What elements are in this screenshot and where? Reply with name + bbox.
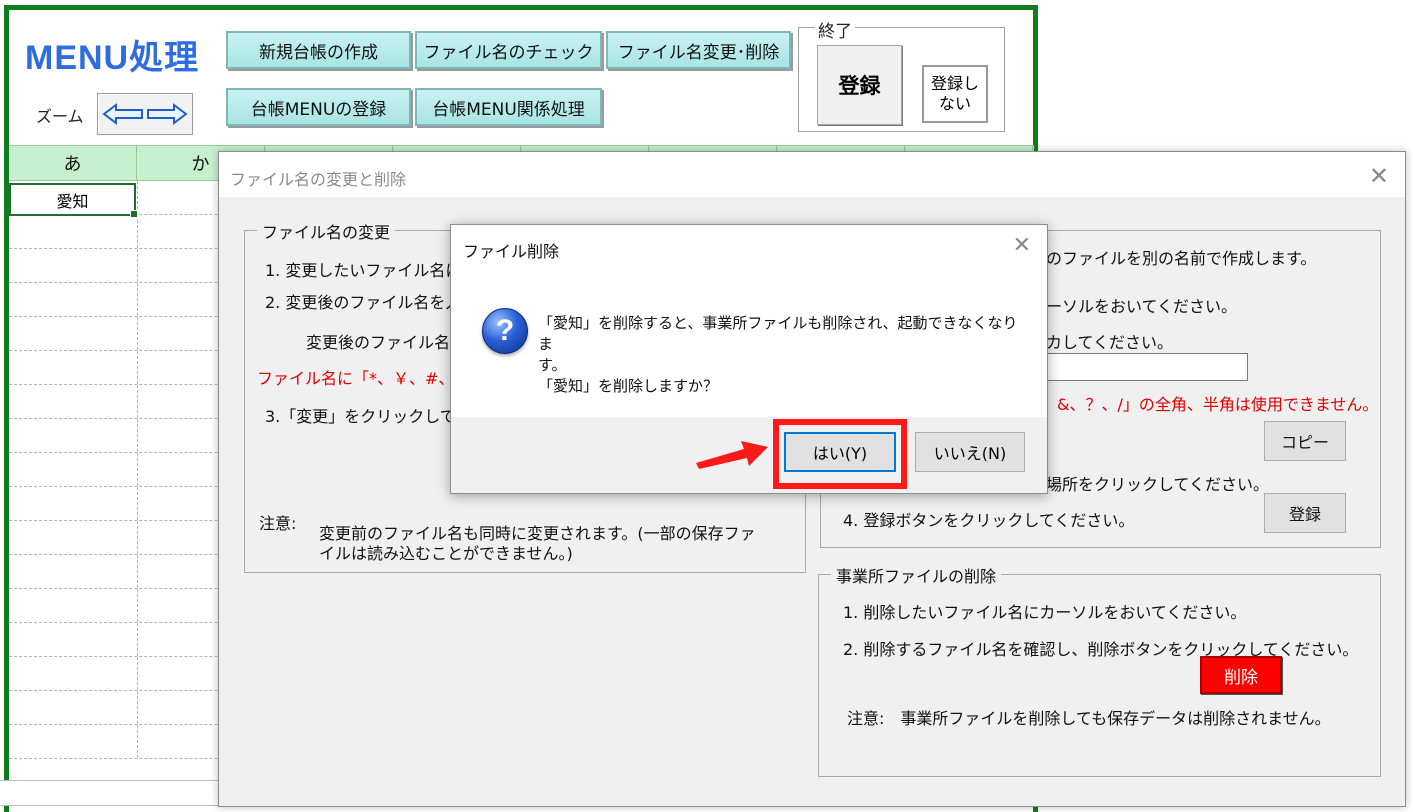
delete-note: 注意: 事業所ファイルを削除しても保存データは削除されません。 [847, 709, 1331, 728]
new-ledger-button[interactable]: 新規台帳の作成 [226, 31, 411, 69]
page-title: MENU処理 [25, 39, 200, 77]
rename-step2: 2. 変更後のファイル名を入 [265, 293, 462, 312]
confirm-dialog-title: ファイル削除 [463, 242, 560, 261]
copy-button[interactable]: コピー [1264, 421, 1346, 461]
delete-button[interactable]: 削除 [1200, 656, 1282, 694]
register-button[interactable]: 登録 [817, 45, 902, 125]
copy-name-input[interactable] [1046, 353, 1248, 381]
rename-note-line2: イルは読み込むことができません。) [319, 544, 573, 563]
rename-note-label: 注意: [259, 514, 297, 533]
copy-line1: のファイルを別の名前で作成します。 [1046, 249, 1317, 268]
delete-group-legend: 事業所ファイルの削除 [831, 563, 1002, 587]
zoom-control[interactable] [97, 93, 193, 135]
confirm-message-line3: 「愛知」を削除しますか？ [538, 377, 719, 395]
arrow-left-icon[interactable] [102, 103, 144, 125]
check-filename-button[interactable]: ファイル名のチェック [415, 31, 602, 69]
copy-line4: 場所をクリックしてください。 [1046, 475, 1270, 494]
rename-step1: 1. 変更したいファイル名に [265, 261, 462, 280]
new-name-label: 変更後のファイル名 [306, 333, 451, 352]
arrow-right-icon[interactable] [146, 103, 188, 125]
confirm-message-line2: す。 [538, 356, 567, 374]
no-register-button[interactable]: 登録しない [922, 65, 988, 123]
copy-line3: カしてください。 [1046, 333, 1174, 352]
close-icon[interactable]: ✕ [1013, 233, 1031, 258]
column-header[interactable]: あ [9, 146, 137, 180]
no-button[interactable]: いいえ(N) [915, 432, 1025, 472]
confirm-message-line1: 「愛知」を削除すると、事業所ファイルも削除され、起動できなくなりま [538, 314, 1018, 353]
selected-cell[interactable]: 愛知 [9, 183, 138, 218]
end-group-legend: 終了 [815, 17, 855, 42]
question-icon: ? [482, 308, 528, 354]
register-ledger-menu-button[interactable]: 台帳MENUの登録 [226, 88, 411, 126]
ledger-menu-related-button[interactable]: 台帳MENU関係処理 [415, 88, 602, 126]
zoom-label: ズーム [36, 107, 84, 126]
sheet-status-bar [0, 780, 220, 806]
copy-warning: &、？、/」の全角、半角は使用できません。 [1057, 395, 1379, 414]
delete-group: 事業所ファイルの削除 1. 削除したいファイル名にカーソルをおいてください。 2… [818, 563, 1381, 777]
copy-step4: 4. 登録ボタンをクリックしてください。 [843, 511, 1135, 530]
delete-step1: 1. 削除したいファイル名にカーソルをおいてください。 [843, 603, 1247, 622]
dialog-title: ファイル名の変更と削除 [230, 170, 407, 189]
dialog-titlebar: ファイル名の変更と削除 ✕ [219, 152, 1405, 197]
pointer-arrow-icon [696, 441, 768, 469]
confirm-message: 「愛知」を削除すると、事業所ファイルも削除され、起動できなくなりま す。 「愛知… [538, 313, 1018, 397]
copy-register-button[interactable]: 登録 [1264, 493, 1346, 533]
close-icon[interactable]: ✕ [1369, 162, 1389, 190]
end-group: 終了 登録 登録しない [798, 17, 1005, 132]
rename-group-legend: ファイル名の変更 [257, 219, 396, 243]
highlight-box [773, 419, 907, 489]
copy-line2: ーソルをおいてください。 [1046, 297, 1238, 316]
rename-delete-button[interactable]: ファイル名変更･削除 [606, 31, 791, 69]
